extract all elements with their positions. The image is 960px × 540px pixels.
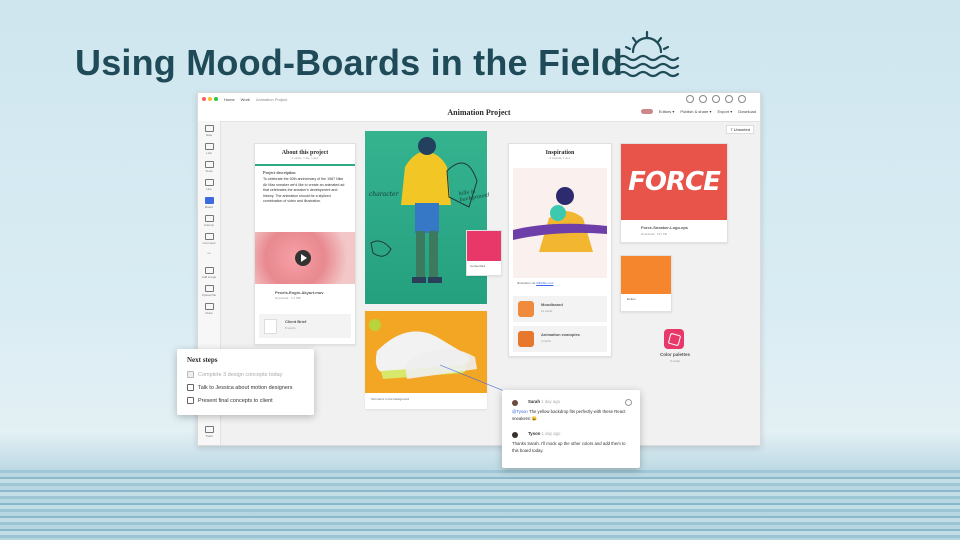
tool-board[interactable]: Board (201, 197, 217, 209)
about-card[interactable]: About this project 2 cards, 1 file, 1 do… (254, 143, 356, 345)
animation-meta: 4 cards (541, 339, 551, 343)
video-meta: Download · 3.1 MB (275, 296, 301, 300)
about-meta: 2 cards, 1 file, 1 doc (291, 156, 319, 160)
cerise-swatch (467, 231, 501, 261)
inspiration-card[interactable]: Inspiration 4 boards, 1 doc Illustration… (508, 143, 612, 357)
tool-upload[interactable]: Upload file (201, 285, 217, 297)
color-palettes-meta: 6 cards (670, 359, 680, 363)
editors-avatars (640, 109, 653, 114)
checkbox-checked[interactable] (187, 371, 194, 378)
comment-text-1: @Tyson The yellow backdrop fits perfectl… (512, 409, 626, 421)
play-icon[interactable] (295, 250, 311, 266)
title-menu: Editors ▾ Publish & share ▾ Export ▾ Dow… (640, 109, 756, 114)
force-logo: FORCE (621, 144, 727, 220)
settings-icon[interactable] (738, 95, 746, 103)
tool-note[interactable]: Note (201, 125, 217, 137)
breadcrumb-home[interactable]: Home (224, 97, 235, 102)
video-thumbnail[interactable] (255, 232, 355, 284)
download-button[interactable]: Download (738, 109, 756, 114)
dribbble-link[interactable]: dribbble.com (536, 281, 553, 285)
tool-column[interactable]: Column (201, 215, 217, 227)
tool-add-image[interactable]: Add image (201, 267, 217, 279)
illustration-credit: Illustration via dribbble.com (517, 281, 554, 285)
moodboard-icon (518, 301, 534, 317)
animation-examples-item[interactable]: Animation examples 4 cards (513, 326, 607, 352)
search-icon[interactable] (712, 95, 720, 103)
todo-item-3[interactable]: Present final concepts to client (187, 397, 273, 404)
breadcrumb-work[interactable]: Work (241, 97, 250, 102)
avatar-tyson (512, 432, 518, 438)
color-palettes-board[interactable] (664, 329, 684, 349)
document-icon (264, 319, 277, 334)
breadcrumb-project[interactable]: Animation Project (256, 97, 287, 102)
tool-todo[interactable]: To-do (201, 161, 217, 173)
brief-title: Client Brief (285, 319, 307, 324)
slide-title: Using Mood-Boards in the Field (75, 42, 623, 83)
publish-menu[interactable]: Publish & share ▾ (680, 109, 711, 114)
video-name[interactable]: Pexels-Engin-Akyurt.mov (275, 290, 323, 295)
comment-thread[interactable]: Sarah 1 day ago @Tyson The yellow backdr… (502, 390, 640, 468)
minimize-dot[interactable] (208, 97, 212, 101)
avatar-sarah (512, 400, 518, 406)
character-illustration[interactable]: character hills in background (365, 131, 490, 304)
sunset-waves-icon (616, 30, 680, 78)
comment-text-2: Thanks Sarah. I'll mock up the other col… (512, 441, 626, 453)
animation-title: Animation examples (541, 332, 580, 337)
comment-author-2: Tyson 1 day ago (528, 431, 561, 436)
next-steps-card[interactable]: Next steps Complete 3 design concepts to… (177, 349, 314, 415)
help-icon[interactable] (699, 95, 707, 103)
label-character: character (369, 191, 399, 198)
next-steps-title: Next steps (187, 356, 218, 364)
todo-item-2[interactable]: Talk to Jessica about motion designers (187, 384, 292, 391)
force-file-meta: Download · 137 KB (641, 232, 667, 236)
tool-draw[interactable]: Draw (201, 303, 217, 315)
desc-text: To celebrate the 40th anniversary of the… (263, 177, 345, 203)
tool-more[interactable]: ••• (201, 251, 217, 255)
top-icons (686, 95, 746, 103)
moodboard-title: Moodboard (541, 302, 563, 307)
ember-label: Ember (627, 297, 636, 301)
notifications-icon[interactable] (725, 95, 733, 103)
maximize-dot[interactable] (214, 97, 218, 101)
checkbox[interactable] (187, 397, 194, 404)
ember-swatch-card[interactable]: Ember (620, 255, 672, 312)
paint-bucket-icon (667, 332, 682, 347)
animation-icon (518, 331, 534, 347)
ocean-background (0, 470, 960, 540)
force-logo-card[interactable]: FORCE Force-Sneaker-Logo.eps Download · … (620, 143, 728, 243)
brief-meta: 8 words (285, 326, 296, 330)
title-bar: Animation Project Editors ▾ Publish & sh… (198, 105, 760, 122)
tool-trash[interactable]: Trash (201, 426, 217, 438)
export-menu[interactable]: Export ▾ (718, 109, 733, 114)
tool-link[interactable]: Link (201, 143, 217, 155)
resolve-icon[interactable] (625, 399, 632, 406)
color-swatch-card[interactable]: Cerise Red (466, 230, 502, 276)
moodboard-item[interactable]: Moodboard 11 cards (513, 296, 607, 322)
todo-item-1[interactable]: Complete 3 design concepts today (187, 371, 282, 378)
character-drawing (370, 137, 478, 283)
editors-menu[interactable]: Editors ▾ (659, 109, 675, 114)
tool-comment[interactable]: Comment (201, 233, 217, 245)
tool-line[interactable]: Line (201, 179, 217, 191)
moodboard-meta: 11 cards (541, 309, 553, 313)
unsorted-button[interactable]: 7 Unsorted (726, 125, 754, 134)
ember-swatch (621, 256, 671, 294)
close-dot[interactable] (202, 97, 206, 101)
inspiration-image[interactable] (513, 168, 607, 278)
force-file-name[interactable]: Force-Sneaker-Logo.eps (641, 225, 688, 230)
devices-icon[interactable] (686, 95, 694, 103)
comment-author-1: Sarah 1 day ago (528, 399, 561, 404)
cerise-label: Cerise Red (470, 264, 486, 268)
inspiration-meta: 4 boards, 1 doc (549, 156, 571, 160)
color-palettes-title: Color palettes (659, 352, 690, 357)
client-brief[interactable]: Client Brief 8 words (259, 314, 351, 338)
about-divider (255, 164, 355, 166)
checkbox[interactable] (187, 384, 194, 391)
